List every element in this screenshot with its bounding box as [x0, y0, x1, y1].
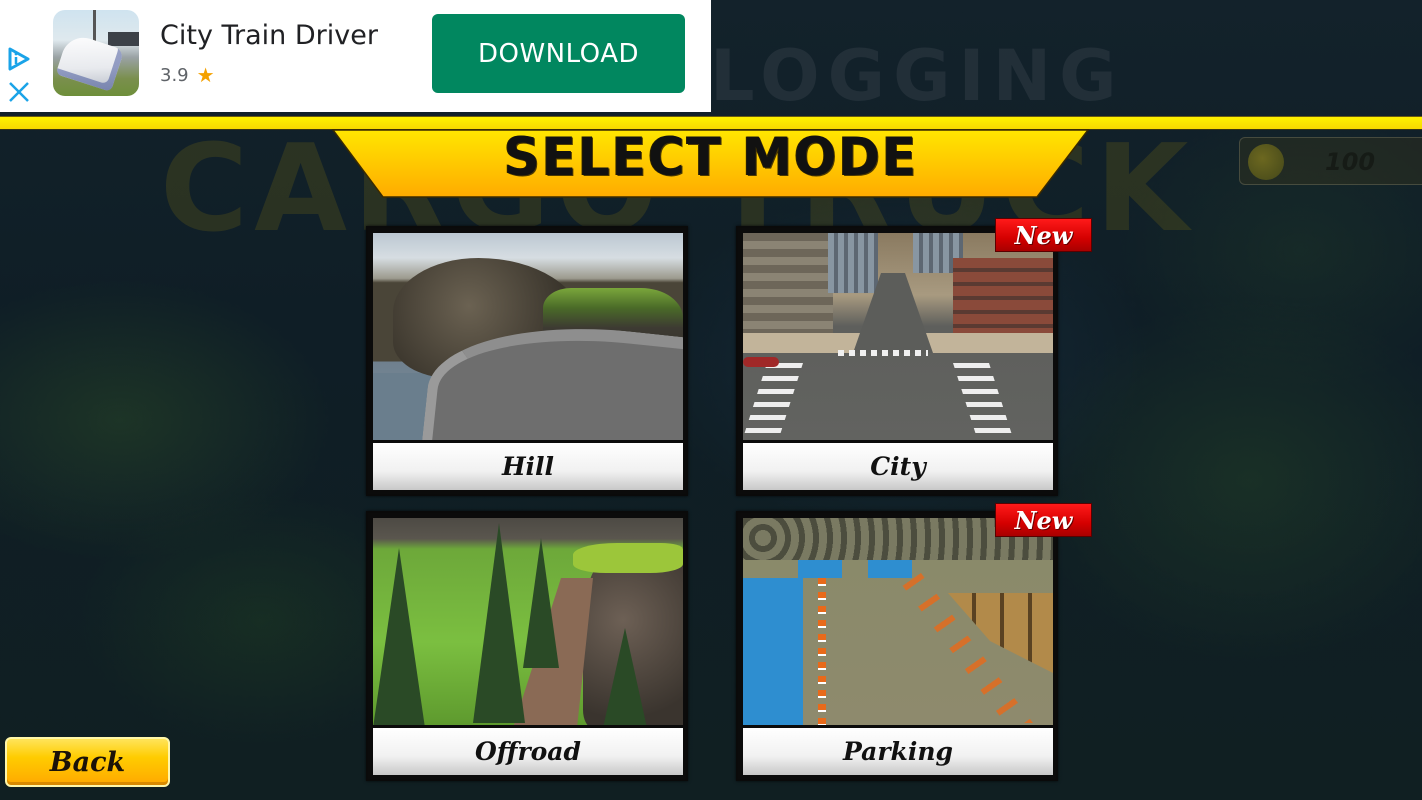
- close-icon[interactable]: [7, 80, 31, 104]
- coin-counter: 100: [1239, 137, 1422, 185]
- hill-preview-image: [373, 233, 683, 440]
- new-badge: New: [995, 503, 1092, 537]
- coin-value: 100: [1325, 148, 1376, 176]
- ad-rating: 3.9 ★: [160, 63, 215, 87]
- coin-icon: [1248, 144, 1284, 180]
- mode-card-offroad[interactable]: Offroad: [366, 511, 688, 781]
- page-title: SELECT MODE: [503, 126, 919, 188]
- app-icon-train[interactable]: [53, 10, 139, 96]
- new-badge: New: [995, 218, 1092, 252]
- mode-label: City: [743, 443, 1053, 490]
- ad-app-name[interactable]: City Train Driver: [160, 20, 378, 51]
- back-button[interactable]: Back: [5, 737, 170, 787]
- ad-rating-value: 3.9: [160, 64, 189, 86]
- mode-label: Hill: [373, 443, 683, 490]
- offroad-preview-image: [373, 518, 683, 725]
- ad-banner[interactable]: City Train Driver 3.9 ★ DOWNLOAD: [0, 0, 711, 112]
- parking-preview-image: [743, 518, 1053, 725]
- mode-card-hill[interactable]: Hill: [366, 226, 688, 496]
- city-preview-image: [743, 233, 1053, 440]
- download-button[interactable]: DOWNLOAD: [432, 14, 685, 93]
- mode-card-parking[interactable]: Parking: [736, 511, 1058, 781]
- mode-label: Offroad: [373, 728, 683, 775]
- background-logo-subtitle: LOGGING: [710, 35, 1125, 117]
- mode-card-city[interactable]: City: [736, 226, 1058, 496]
- adchoices-icon[interactable]: [6, 46, 32, 72]
- star-icon: ★: [196, 63, 215, 87]
- mode-label: Parking: [743, 728, 1053, 775]
